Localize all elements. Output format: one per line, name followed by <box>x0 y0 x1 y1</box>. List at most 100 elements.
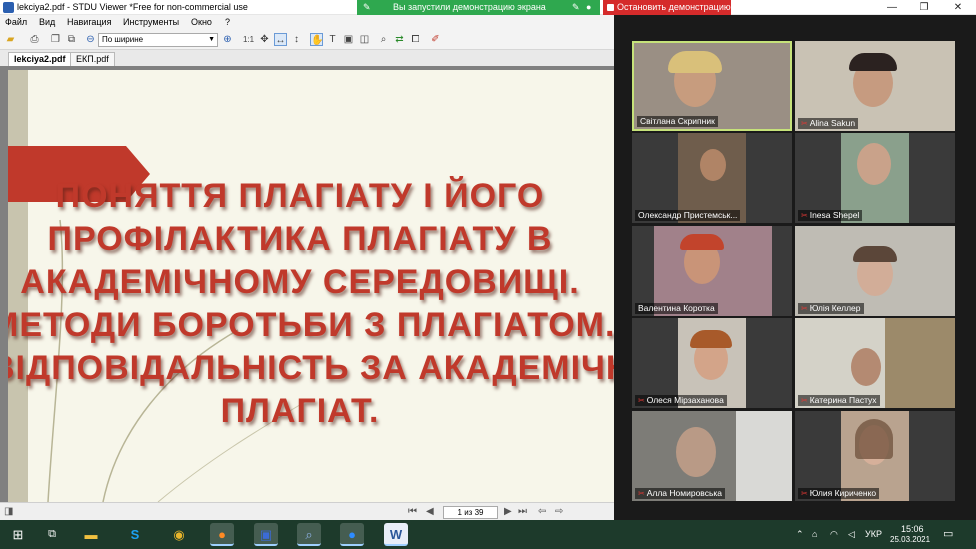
tray-chevron-icon[interactable]: ⌃ <box>796 529 804 540</box>
participant-name: Валентина Коротка <box>635 303 718 314</box>
document-tabs: lekciya2.pdf ЕКП.pdf <box>0 50 614 66</box>
screen-share-banner[interactable]: ✎ Вы запустили демонстрацию экрана ✎ ● <box>357 0 600 15</box>
windows-taskbar: ⊞ ⧉ ▬ S ◉ ● ▣ ⌕ ● W ⌃ ⌂ ◠ ◁ УКР 15:06 25… <box>0 520 976 549</box>
fit-height-icon[interactable]: ↕ <box>290 33 303 46</box>
fit-page-icon[interactable]: ✥ <box>258 33 271 46</box>
participant-name: ✂ Олеся Мірзаханова <box>635 395 727 406</box>
clock-date[interactable]: 25.03.2021 <box>890 535 930 544</box>
participant-tile[interactable]: ✂ Alina Sakun <box>795 41 955 131</box>
toolbar: ▰ ⎙ ❐ ⧉ ⊖ По ширине ▼ ⊕ 1:1 ✥ ↔ ↕ ✋ T ▣ … <box>0 30 614 50</box>
minimize-button[interactable]: — <box>882 1 902 14</box>
menu-tools[interactable]: Инструменты <box>123 17 179 27</box>
marker-icon[interactable]: ✐ <box>429 33 442 46</box>
window-title: lekciya2.pdf - STDU Viewer *Free for non… <box>17 2 248 12</box>
start-icon[interactable]: ⊞ <box>6 523 30 546</box>
share-message: Вы запустили демонстрацию экрана <box>393 2 546 12</box>
fit-width-icon[interactable]: ↔ <box>274 33 287 46</box>
history-back-icon[interactable]: ⇦ <box>538 506 546 517</box>
participant-tile[interactable]: ✂ Inesa Shepel <box>795 133 955 223</box>
firefox-icon[interactable]: ● <box>210 523 234 546</box>
participant-tile[interactable]: ✂ Юлия Кириченко <box>795 411 955 501</box>
stop-share-button[interactable]: Остановить демонстрацию <box>603 0 731 15</box>
history-forward-icon[interactable]: ⇨ <box>555 506 563 517</box>
open-folder-icon[interactable]: ▰ <box>4 33 17 46</box>
export-icon[interactable]: ⧉ <box>65 33 78 46</box>
close-button[interactable]: ✕ <box>948 1 968 14</box>
find-icon[interactable]: ⌕ <box>377 33 390 46</box>
stop-icon <box>607 4 614 11</box>
next-page-icon[interactable]: ▶ <box>504 506 512 517</box>
menu-help[interactable]: ? <box>225 17 230 27</box>
slide-title-line: ВІДПОВІДАЛЬНІСТЬ ЗА АКАДЕМІЧНИЙ <box>8 349 614 387</box>
prev-page-icon[interactable]: ◀ <box>426 506 434 517</box>
mic-muted-icon: ✂ <box>801 304 808 313</box>
mic-muted-icon: ✂ <box>801 396 808 405</box>
magnifier-icon[interactable]: ⌕ <box>297 523 321 546</box>
notifications-icon[interactable]: ▭ <box>943 527 953 540</box>
back-forward-icon[interactable]: ⇄ <box>393 33 406 46</box>
copy-icon[interactable]: ❐ <box>49 33 62 46</box>
mic-muted-icon: ✂ <box>801 489 808 498</box>
participant-tile[interactable]: Світлана Скрипник <box>632 41 792 131</box>
zoom-mode-value: По ширине <box>102 35 144 44</box>
page-number-field[interactable]: 1 из 39 <box>443 506 498 519</box>
clock-time[interactable]: 15:06 <box>901 524 924 534</box>
skype-icon[interactable]: S <box>123 523 147 546</box>
stop-share-label: Остановить демонстрацию <box>617 2 731 12</box>
participant-name: Світлана Скрипник <box>637 116 718 127</box>
participant-name-text: Юлія Келлер <box>809 303 861 313</box>
participant-tile[interactable]: ✂ Юлія Келлер <box>795 226 955 316</box>
task-view-icon[interactable]: ⧉ <box>40 523 64 546</box>
save-disk-icon[interactable]: ▣ <box>254 523 278 546</box>
participant-tile[interactable]: ✂ Олеся Мірзаханова <box>632 318 792 408</box>
last-page-icon[interactable]: ⏭ <box>518 506 527 517</box>
participant-name: ✂ Катерина Пастух <box>798 395 880 406</box>
participant-name-text: Олеся Мірзаханова <box>646 395 724 405</box>
pdf-page: ПОНЯТТЯ ПЛАГІАТУ І ЙОГО ПРОФІЛАКТИКА ПЛА… <box>8 70 614 502</box>
menu-window[interactable]: Окно <box>191 17 212 27</box>
pin-icon[interactable]: ✎ <box>363 2 371 13</box>
slide-title-line: ПОНЯТТЯ ПЛАГІАТУ І ЙОГО <box>55 177 545 215</box>
zoom-mode-select[interactable]: По ширине ▼ <box>98 33 218 47</box>
participant-tile[interactable]: ✂ Алла Номировська <box>632 411 792 501</box>
select-image-icon[interactable]: ▣ <box>342 33 355 46</box>
tab-ekp[interactable]: ЕКП.pdf <box>70 52 115 66</box>
restore-button[interactable]: ❐ <box>914 1 934 14</box>
participant-name: ✂ Юлія Келлер <box>798 303 864 314</box>
hand-tool-icon[interactable]: ✋ <box>310 33 323 46</box>
menu-view[interactable]: Вид <box>39 17 55 27</box>
first-page-icon[interactable]: ⏮ <box>408 506 417 517</box>
select-text-icon[interactable]: T <box>326 33 339 46</box>
participant-name-text: Катерина Пастух <box>809 395 877 405</box>
document-viewport[interactable]: ПОНЯТТЯ ПЛАГІАТУ І ЙОГО ПРОФІЛАКТИКА ПЛА… <box>0 66 614 502</box>
file-explorer-icon[interactable]: ▬ <box>79 523 103 546</box>
sidebar-toggle-icon[interactable]: ◨ <box>4 506 13 517</box>
tab-lekciya2[interactable]: lekciya2.pdf <box>8 52 72 66</box>
participant-tile[interactable]: Олександр Пристемськ... <box>632 133 792 223</box>
zoom-in-icon[interactable]: ⊕ <box>221 33 234 46</box>
participant-tile[interactable]: ✂ Катерина Пастух <box>795 318 955 408</box>
mic-muted-icon: ✂ <box>801 211 808 220</box>
language-indicator[interactable]: УКР <box>865 529 882 539</box>
mic-muted-icon: ✂ <box>638 489 645 498</box>
zoom-icon[interactable]: ● <box>340 523 364 546</box>
snapshot-icon[interactable]: ◫ <box>358 33 371 46</box>
participant-tile[interactable]: Валентина Коротка <box>632 226 792 316</box>
print-icon[interactable]: ⎙ <box>28 33 41 46</box>
stdu-app-icon <box>3 2 14 13</box>
pages-icon[interactable]: ⧠ <box>409 33 422 46</box>
word-icon[interactable]: W <box>384 523 408 546</box>
menu-file[interactable]: Файл <box>5 17 27 27</box>
mic-muted-icon: ✂ <box>638 396 645 405</box>
volume-icon[interactable]: ◁ <box>848 529 855 540</box>
zoom-out-icon[interactable]: ⊖ <box>84 33 97 46</box>
chrome-icon[interactable]: ◉ <box>167 523 191 546</box>
participant-name: Олександр Пристемськ... <box>635 210 741 221</box>
menu-navigation[interactable]: Навигация <box>67 17 111 27</box>
network-icon[interactable]: ⌂ <box>812 529 817 539</box>
pause-icon[interactable]: ✎ <box>572 2 580 13</box>
wifi-icon[interactable]: ◠ <box>830 529 838 540</box>
actual-size-button[interactable]: 1:1 <box>242 33 255 46</box>
chevron-down-icon: ▼ <box>208 36 215 43</box>
title-bar: lekciya2.pdf - STDU Viewer *Free for non… <box>0 0 976 15</box>
